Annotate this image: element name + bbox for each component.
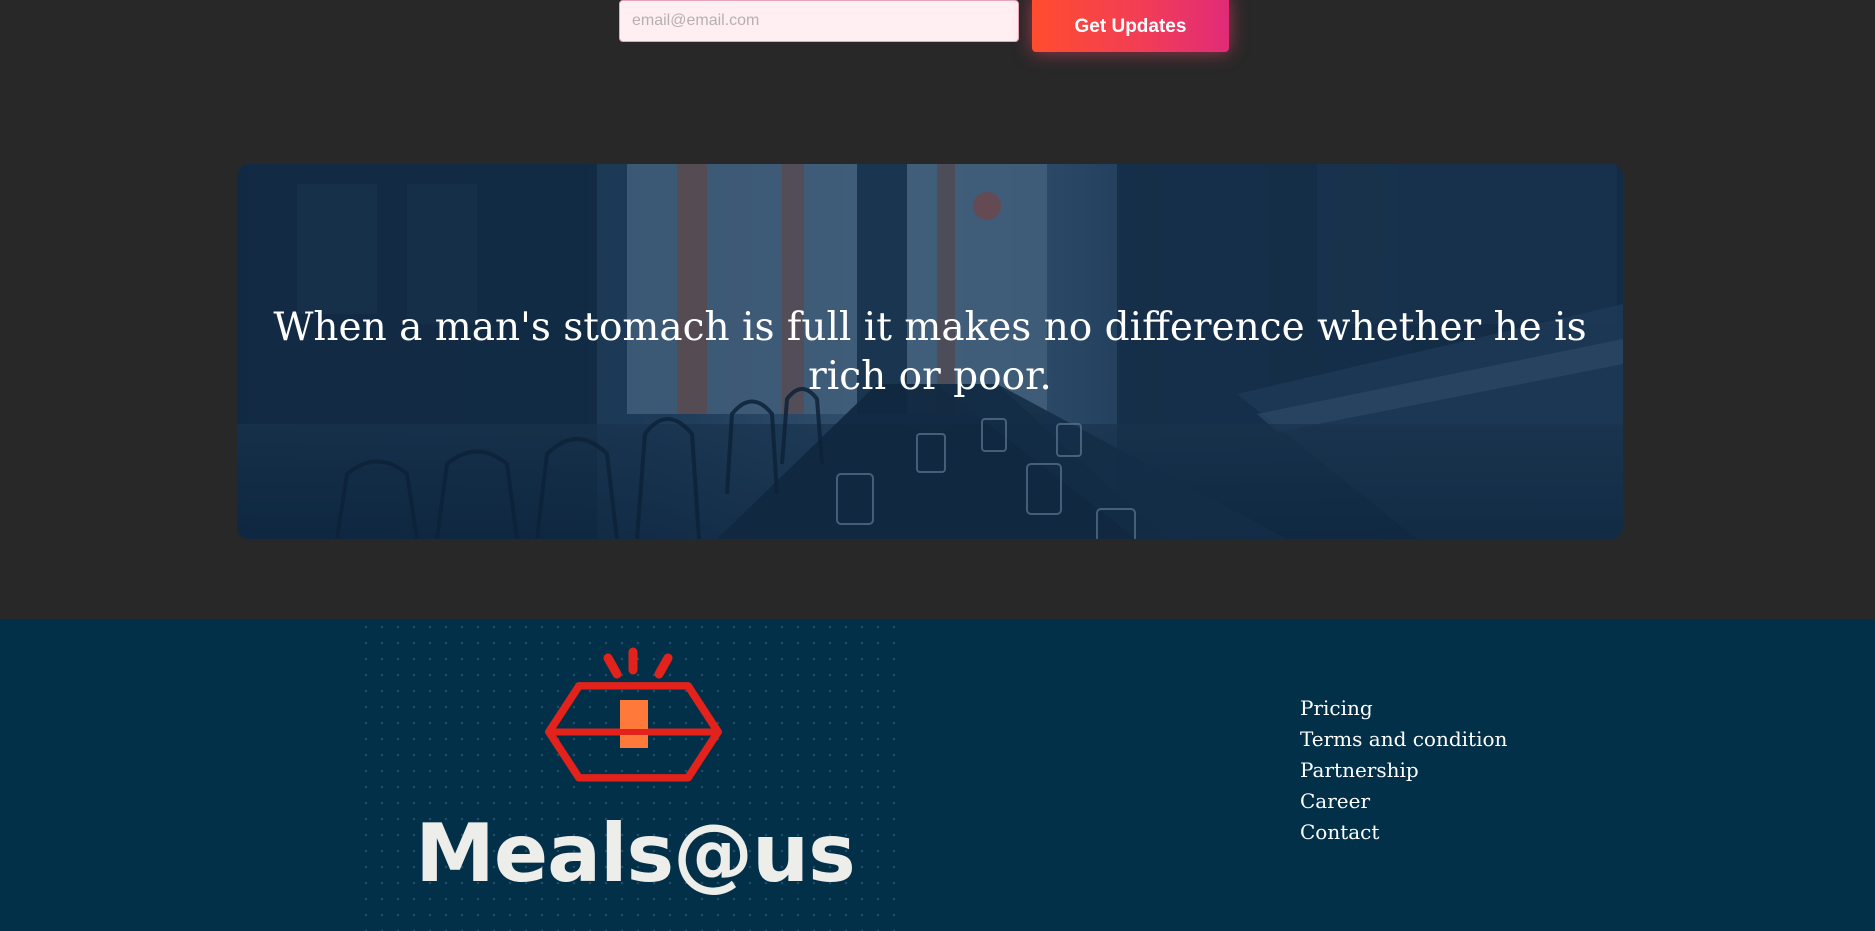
footer-link-item: Terms and condition xyxy=(1300,724,1507,755)
subscribe-form: Get Updates xyxy=(619,0,1231,54)
career-link[interactable]: Career xyxy=(1300,789,1370,813)
footer: Meals@us Pricing Terms and condition Par… xyxy=(0,619,1875,931)
footer-link-item: Career xyxy=(1300,786,1507,817)
pricing-link[interactable]: Pricing xyxy=(1300,696,1373,720)
quote-banner: When a man's stomach is full it makes no… xyxy=(237,164,1623,539)
footer-link-item: Pricing xyxy=(1300,693,1507,724)
get-updates-button[interactable]: Get Updates xyxy=(1032,0,1229,52)
footer-link-item: Contact xyxy=(1300,817,1507,848)
terms-link[interactable]: Terms and condition xyxy=(1300,727,1507,751)
banner-quote: When a man's stomach is full it makes no… xyxy=(273,305,1587,399)
partnership-link[interactable]: Partnership xyxy=(1300,758,1419,782)
contact-link[interactable]: Contact xyxy=(1300,820,1379,844)
lunchbox-icon xyxy=(545,647,722,782)
footer-links: Pricing Terms and condition Partnership … xyxy=(1300,693,1507,848)
page: Get Updates xyxy=(0,0,1875,931)
email-input[interactable] xyxy=(619,0,1019,42)
footer-link-item: Partnership xyxy=(1300,755,1507,786)
brand-name: Meals@us xyxy=(415,807,855,900)
brand-logo[interactable]: Meals@us xyxy=(410,645,860,931)
